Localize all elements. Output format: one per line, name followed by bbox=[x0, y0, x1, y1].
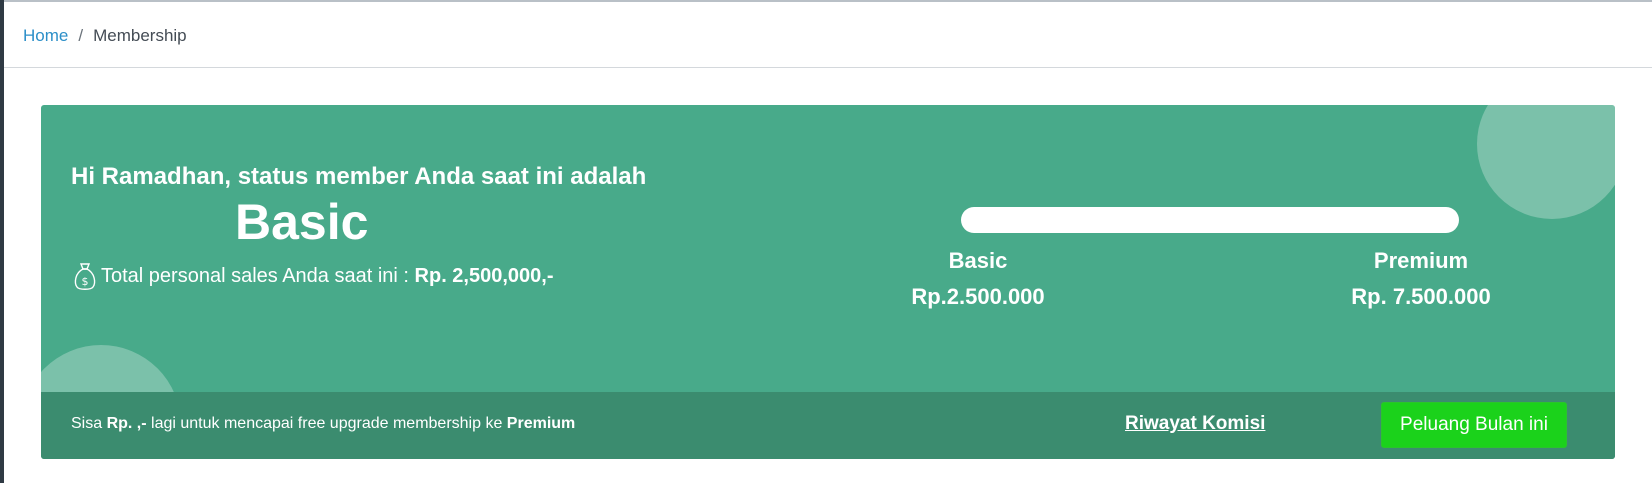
tier-premium-name: Premium bbox=[1373, 248, 1469, 273]
money-bag-icon: $ bbox=[74, 263, 96, 290]
breadcrumb-current: Membership bbox=[93, 26, 187, 45]
member-greeting: Hi Ramadhan, status member Anda saat ini… bbox=[71, 163, 647, 190]
decorative-circle-top-right bbox=[1477, 105, 1615, 219]
tier-premium-price: Rp. 7.500.000 bbox=[1351, 284, 1491, 309]
upgrade-remaining-text: Sisa Rp. ,- lagi untuk mencapai free upg… bbox=[71, 415, 575, 433]
top-border bbox=[0, 0, 1652, 2]
remaining-middle: lagi untuk mencapai free upgrade members… bbox=[151, 415, 503, 432]
header-divider bbox=[4, 67, 1652, 68]
remaining-prefix: Sisa bbox=[71, 415, 103, 432]
page: Home / Membership Hi Ramadhan, status me… bbox=[0, 0, 1652, 483]
breadcrumb-separator: / bbox=[78, 26, 84, 45]
personal-sales-label: Total personal sales Anda saat ini : bbox=[101, 264, 409, 287]
tier-basic: Basic Rp.2.500.000 bbox=[903, 248, 1053, 310]
commission-history-link[interactable]: Riwayat Komisi bbox=[1125, 413, 1265, 435]
personal-sales-amount: Rp. 2,500,000,- bbox=[414, 264, 554, 287]
tier-basic-name: Basic bbox=[948, 248, 1008, 273]
svg-text:$: $ bbox=[82, 275, 89, 288]
breadcrumb-home-link[interactable]: Home bbox=[23, 26, 68, 46]
membership-progress-bar bbox=[961, 207, 1459, 233]
breadcrumb: Home / Membership bbox=[23, 26, 187, 46]
member-status-level: Basic bbox=[235, 194, 369, 250]
monthly-opportunity-button[interactable]: Peluang Bulan ini bbox=[1381, 402, 1567, 448]
membership-footer-bar: Sisa Rp. ,- lagi untuk mencapai free upg… bbox=[41, 392, 1615, 459]
remaining-target-tier: Premium bbox=[506, 415, 576, 432]
left-sidebar-edge bbox=[0, 0, 4, 483]
tier-premium: Premium Rp. 7.500.000 bbox=[1341, 248, 1501, 310]
membership-card: Hi Ramadhan, status member Anda saat ini… bbox=[41, 105, 1615, 459]
tier-basic-price: Rp.2.500.000 bbox=[911, 284, 1045, 309]
remaining-amount: Rp. ,- bbox=[106, 415, 147, 432]
personal-sales-line: $ Total personal sales Anda saat ini : R… bbox=[71, 261, 554, 291]
